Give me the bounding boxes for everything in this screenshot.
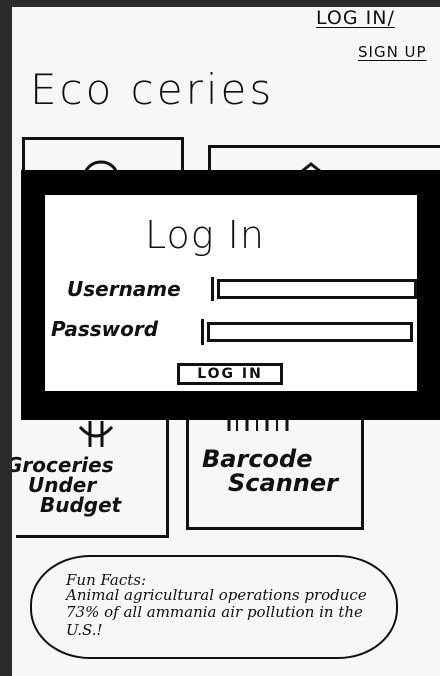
username-label: Username <box>67 277 181 301</box>
login-link[interactable]: LOG IN/ <box>316 7 395 29</box>
barcode-scanner-label: Barcode Scanner <box>202 447 362 495</box>
app-title: Eco ceries <box>30 65 275 114</box>
login-modal-panel: Log In Username Password LOG IN <box>45 195 417 391</box>
username-field[interactable] <box>217 279 417 299</box>
barcode-line-1: Barcode <box>202 445 313 473</box>
groceries-under-budget-label: Groceries Under Budget <box>12 455 156 515</box>
modal-title: Log In <box>145 213 265 257</box>
login-modal: Log In Username Password LOG IN <box>21 170 440 420</box>
signup-link[interactable]: SIGN UP <box>358 43 427 61</box>
password-field[interactable] <box>207 322 413 342</box>
login-button[interactable]: LOG IN <box>177 363 283 385</box>
username-field-tick <box>211 277 214 301</box>
dollar-icon <box>78 421 114 447</box>
groceries-line-3: Budget <box>40 493 122 517</box>
password-field-tick <box>201 319 204 345</box>
fun-facts-text: Animal agricultural operations produce 7… <box>66 586 367 639</box>
groceries-line-1: Groceries <box>12 453 114 477</box>
groceries-line-2: Under <box>28 473 97 497</box>
barcode-line-2: Scanner <box>228 469 338 497</box>
fun-facts-bubble: Fun Facts: Animal agricultural operation… <box>30 555 398 659</box>
password-label: Password <box>51 317 159 341</box>
